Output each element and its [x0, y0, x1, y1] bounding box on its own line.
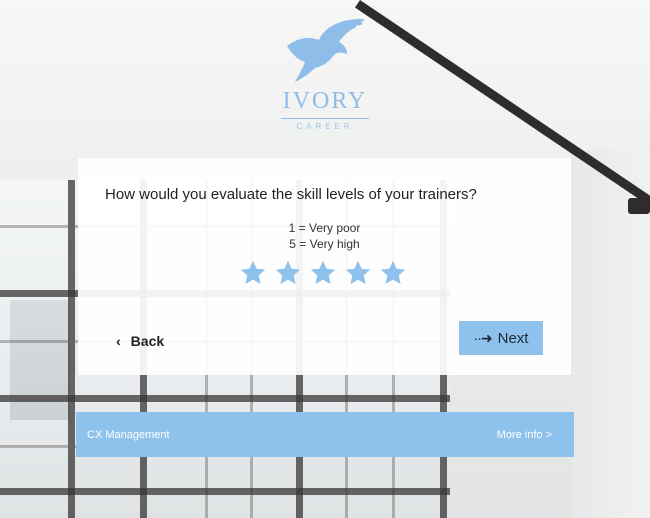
next-button-label: Next: [497, 329, 529, 347]
star-5-icon[interactable]: [379, 259, 407, 287]
window-frame: [0, 395, 450, 402]
back-button-label: Back: [130, 333, 165, 349]
window-frame: [68, 180, 75, 518]
chevron-left-icon: ‹: [116, 333, 121, 349]
star-rating: [239, 259, 407, 289]
brand-name: IVORY: [282, 88, 368, 114]
arrow-right-icon: ··➜: [473, 329, 493, 346]
brand-logo: IVORY CAREER: [268, 14, 382, 131]
footer-brand-label: CX Management: [87, 428, 170, 441]
survey-card: How would you evaluate the skill levels …: [78, 158, 571, 375]
star-4-icon[interactable]: [344, 259, 372, 287]
question-text: How would you evaluate the skill levels …: [105, 186, 477, 203]
next-button[interactable]: ··➜ Next: [459, 321, 543, 355]
footer-bar: CX Management More info >: [76, 412, 574, 457]
brand-tagline: CAREER: [296, 122, 354, 131]
back-button[interactable]: ‹ Back: [116, 331, 164, 351]
more-info-link[interactable]: More info >: [497, 429, 552, 441]
star-1-icon[interactable]: [239, 259, 267, 287]
scale-low-label: 1 = Very poor: [288, 221, 361, 235]
star-3-icon[interactable]: [309, 259, 337, 287]
window-frame: [0, 488, 450, 495]
background-building: [10, 300, 70, 420]
eagle-icon: [283, 16, 367, 91]
scale-high-label: 5 = Very high: [289, 237, 360, 251]
brand-divider: [281, 118, 369, 119]
ceiling-pipe-end: [628, 198, 650, 214]
star-2-icon[interactable]: [274, 259, 302, 287]
rating-scale-legend: 1 = Very poor 5 = Very high: [78, 220, 571, 252]
